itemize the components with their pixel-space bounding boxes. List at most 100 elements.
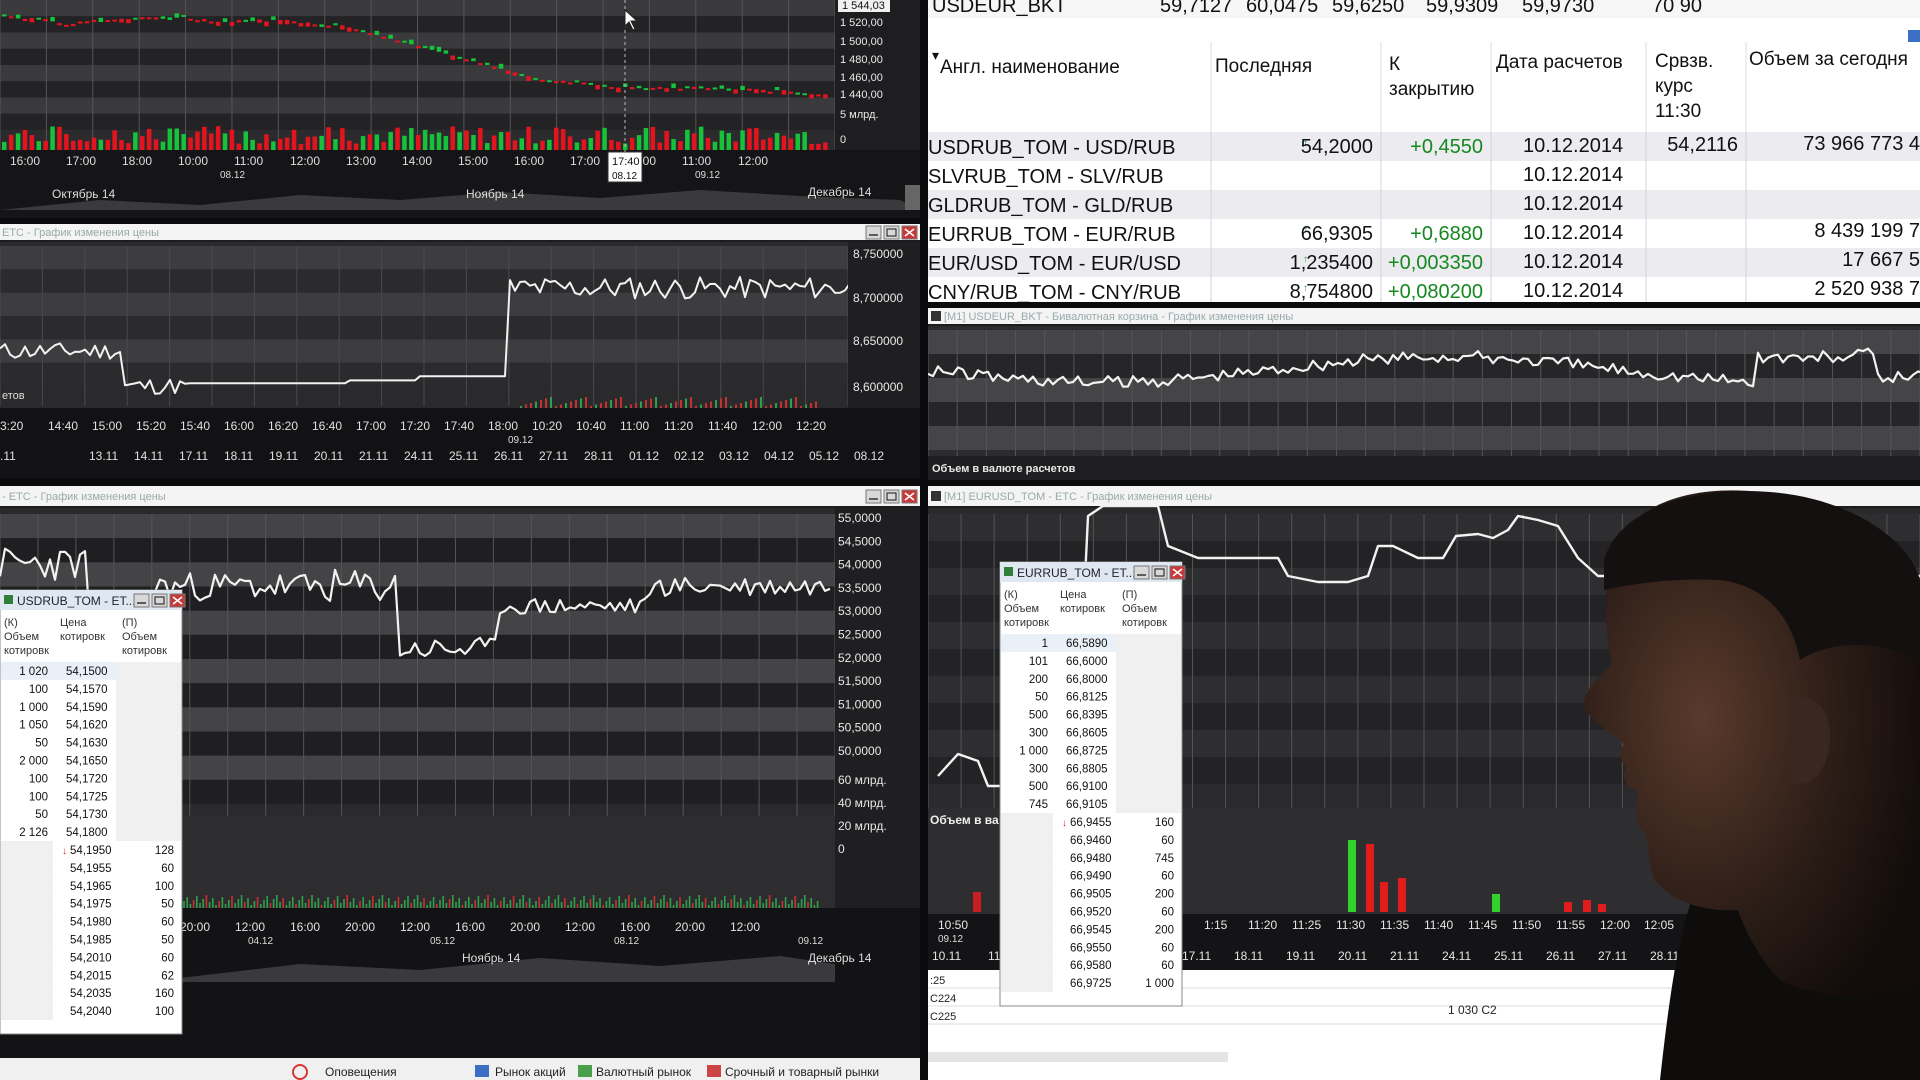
window-minimize-button[interactable] bbox=[865, 225, 882, 240]
volume-bar bbox=[243, 131, 248, 150]
volume-bar bbox=[1598, 904, 1606, 912]
window-restore-button[interactable] bbox=[151, 593, 168, 608]
volume-bar bbox=[719, 130, 725, 150]
orderbook-header: (П) bbox=[1122, 589, 1137, 601]
candlestick-bar bbox=[388, 34, 393, 39]
volume-bar bbox=[554, 899, 556, 908]
fx-icon bbox=[578, 1065, 592, 1077]
orderbook-empty-cell bbox=[116, 823, 181, 841]
candlestick-bar bbox=[795, 92, 800, 95]
volume-bar bbox=[784, 897, 787, 908]
window-restore-button[interactable] bbox=[1151, 565, 1168, 580]
volume-bar bbox=[234, 903, 236, 908]
candlestick-bar bbox=[629, 86, 635, 90]
line-chart-mid-right: [M1] USDEUR_BKT - Бивалютная корзина - Г… bbox=[928, 308, 1920, 480]
time-tick: 11:20 bbox=[1248, 918, 1277, 932]
window-minimize-button[interactable] bbox=[133, 593, 150, 608]
bottom-text: 1 030 C2 bbox=[1448, 1003, 1497, 1017]
status-stocks-tab[interactable]: Рынок акций bbox=[495, 1065, 566, 1079]
partial-cell: 59,7127 bbox=[1160, 0, 1232, 17]
volume-bar bbox=[730, 899, 732, 908]
volume-bar bbox=[755, 398, 757, 408]
volume-bar bbox=[205, 895, 208, 908]
volume-bar bbox=[57, 126, 62, 150]
volume-bar bbox=[765, 899, 768, 908]
bid-price: 54,1650 bbox=[66, 756, 108, 768]
window-restore-button[interactable] bbox=[883, 225, 900, 240]
price-tick: 40 млрд. bbox=[838, 796, 887, 810]
volume-bar bbox=[547, 139, 552, 150]
volume-bar bbox=[282, 898, 284, 908]
candlestick-bar bbox=[788, 91, 794, 94]
volume-bar bbox=[605, 901, 608, 908]
candlestick-bar bbox=[705, 88, 711, 91]
volume-bar bbox=[487, 895, 489, 908]
partial-cell: 70 90 bbox=[1652, 0, 1702, 17]
volume-bar bbox=[464, 901, 467, 908]
time-tick: 12:00 bbox=[290, 154, 320, 168]
volume-bar bbox=[740, 130, 745, 150]
candlestick-bar bbox=[692, 86, 697, 90]
volume-bar bbox=[650, 398, 652, 408]
candlestick-bar bbox=[519, 74, 524, 77]
scroll-handle[interactable] bbox=[905, 185, 920, 210]
volume-bar bbox=[461, 905, 464, 908]
volume-bar bbox=[464, 130, 469, 150]
orderbook-empty-cell bbox=[1, 841, 53, 859]
down-arrow-icon: ↓ bbox=[62, 846, 67, 857]
ask-price: 66,9725 bbox=[1070, 978, 1112, 990]
volume-bar bbox=[1398, 878, 1406, 912]
volume-bar bbox=[311, 895, 313, 908]
ask-volume: 60 bbox=[1161, 871, 1174, 883]
bid-price: 54,1730 bbox=[66, 809, 108, 821]
price-tick: 8,600000 bbox=[853, 380, 903, 394]
window-minimize-button[interactable] bbox=[1133, 565, 1150, 580]
time-tick: 1:15 bbox=[1204, 918, 1228, 932]
time-tick: 11:40 bbox=[708, 419, 737, 433]
orderbook-header: Цена bbox=[60, 617, 87, 629]
volume-bar bbox=[347, 140, 352, 150]
volume-bar bbox=[525, 404, 527, 408]
ask-volume: 50 bbox=[161, 899, 174, 911]
volume-bar bbox=[724, 896, 726, 908]
orderbook-eurrub: EURRUB_TOM - ET... (К) Объем котировк Цена ко… bbox=[999, 561, 1186, 1007]
ask-price: 66,9455 bbox=[1070, 817, 1112, 829]
day-tick: 28.11 bbox=[1650, 949, 1679, 963]
volume-bar bbox=[675, 401, 677, 408]
volume-bar bbox=[740, 403, 742, 408]
volume-bar bbox=[8, 134, 14, 150]
volume-bar bbox=[490, 902, 492, 908]
candlestick-bar bbox=[823, 94, 828, 99]
time-tick: 20:00 bbox=[180, 920, 210, 934]
volume-bar bbox=[519, 899, 521, 908]
date-mark: 08.12 bbox=[220, 170, 245, 181]
time-tick: 12:00 bbox=[752, 419, 782, 433]
volume-bar bbox=[221, 897, 224, 908]
status-alerts[interactable]: Оповещения bbox=[325, 1065, 397, 1079]
status-fx-tab[interactable]: Валютный рынок bbox=[596, 1065, 692, 1079]
volume-bar bbox=[229, 129, 235, 150]
candlestick-bar bbox=[733, 89, 738, 94]
orderbook-empty-cell bbox=[1, 1002, 53, 1020]
window-title: [M1] USDEUR_BKT - Бивалютная корзина - Г… bbox=[944, 311, 1293, 323]
candlestick-bar bbox=[698, 86, 704, 89]
volume-bar bbox=[538, 897, 540, 908]
scrollbar[interactable] bbox=[928, 1052, 1228, 1062]
volume-bar bbox=[634, 898, 636, 908]
status-derivatives-tab[interactable]: Срочный и товарный рынки bbox=[725, 1065, 879, 1079]
ask-price: 54,1955 bbox=[70, 863, 112, 875]
window-minimize-button[interactable] bbox=[865, 489, 882, 504]
volume-bar bbox=[349, 902, 352, 908]
volume-bar bbox=[432, 897, 435, 908]
volume-bar bbox=[429, 901, 432, 908]
volume-bar bbox=[271, 141, 276, 150]
volume-bar bbox=[813, 905, 816, 908]
candlestick-bar bbox=[512, 72, 518, 76]
volume-bar bbox=[772, 902, 774, 908]
volume-bar bbox=[525, 902, 528, 908]
candlestick-bar bbox=[809, 94, 814, 99]
candlestick-bar bbox=[312, 24, 317, 27]
volume-bar bbox=[50, 126, 55, 150]
window-restore-button[interactable] bbox=[883, 489, 900, 504]
volume-bar bbox=[317, 898, 320, 908]
